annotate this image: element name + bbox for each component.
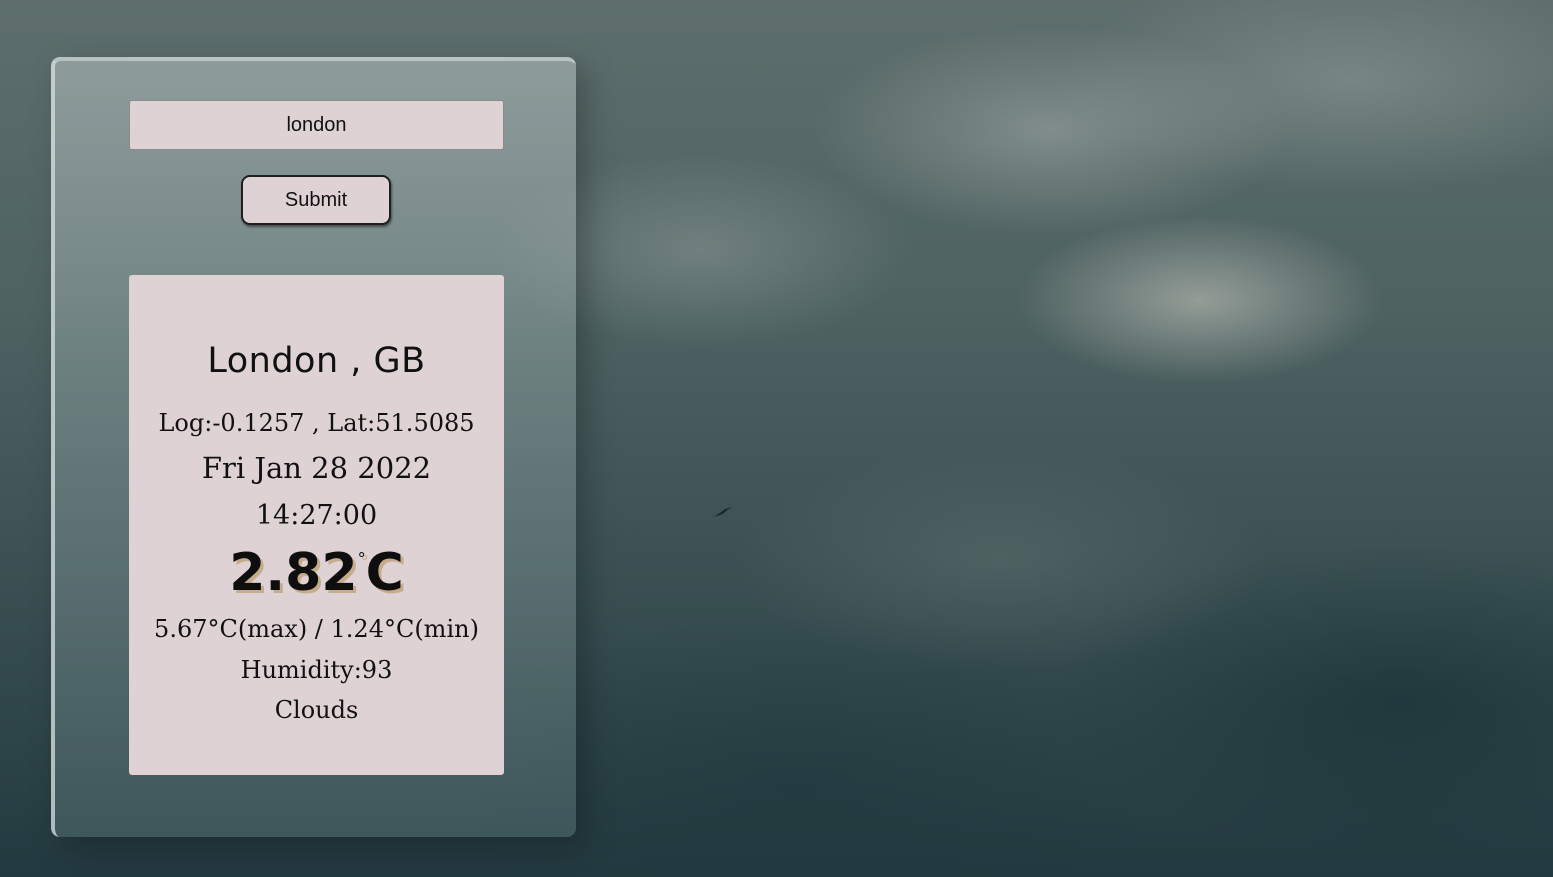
coordinates-text: Log:-0.1257 , Lat:51.5085 — [158, 409, 475, 437]
city-search-input[interactable] — [129, 100, 504, 150]
time-text: 14:27:00 — [255, 500, 378, 531]
bird-icon — [714, 507, 732, 517]
location-title: London , GB — [207, 341, 426, 381]
temperature-value: 2.82 — [229, 543, 358, 603]
submit-button[interactable]: Submit — [241, 175, 391, 225]
date-text: Fri Jan 28 2022 — [201, 451, 432, 485]
temperature-unit: C — [365, 543, 404, 603]
degree-symbol: ° — [357, 548, 366, 568]
temperature-range-text: 5.67°C(max) / 1.24°C(min) — [154, 615, 479, 643]
weather-result-panel: London , GB Log:-0.1257 , Lat:51.5085 Fr… — [129, 275, 504, 775]
humidity-text: Humidity:93 — [240, 656, 393, 684]
weather-condition-text: Clouds — [274, 696, 359, 724]
current-temperature: 2.82°C — [129, 543, 504, 603]
